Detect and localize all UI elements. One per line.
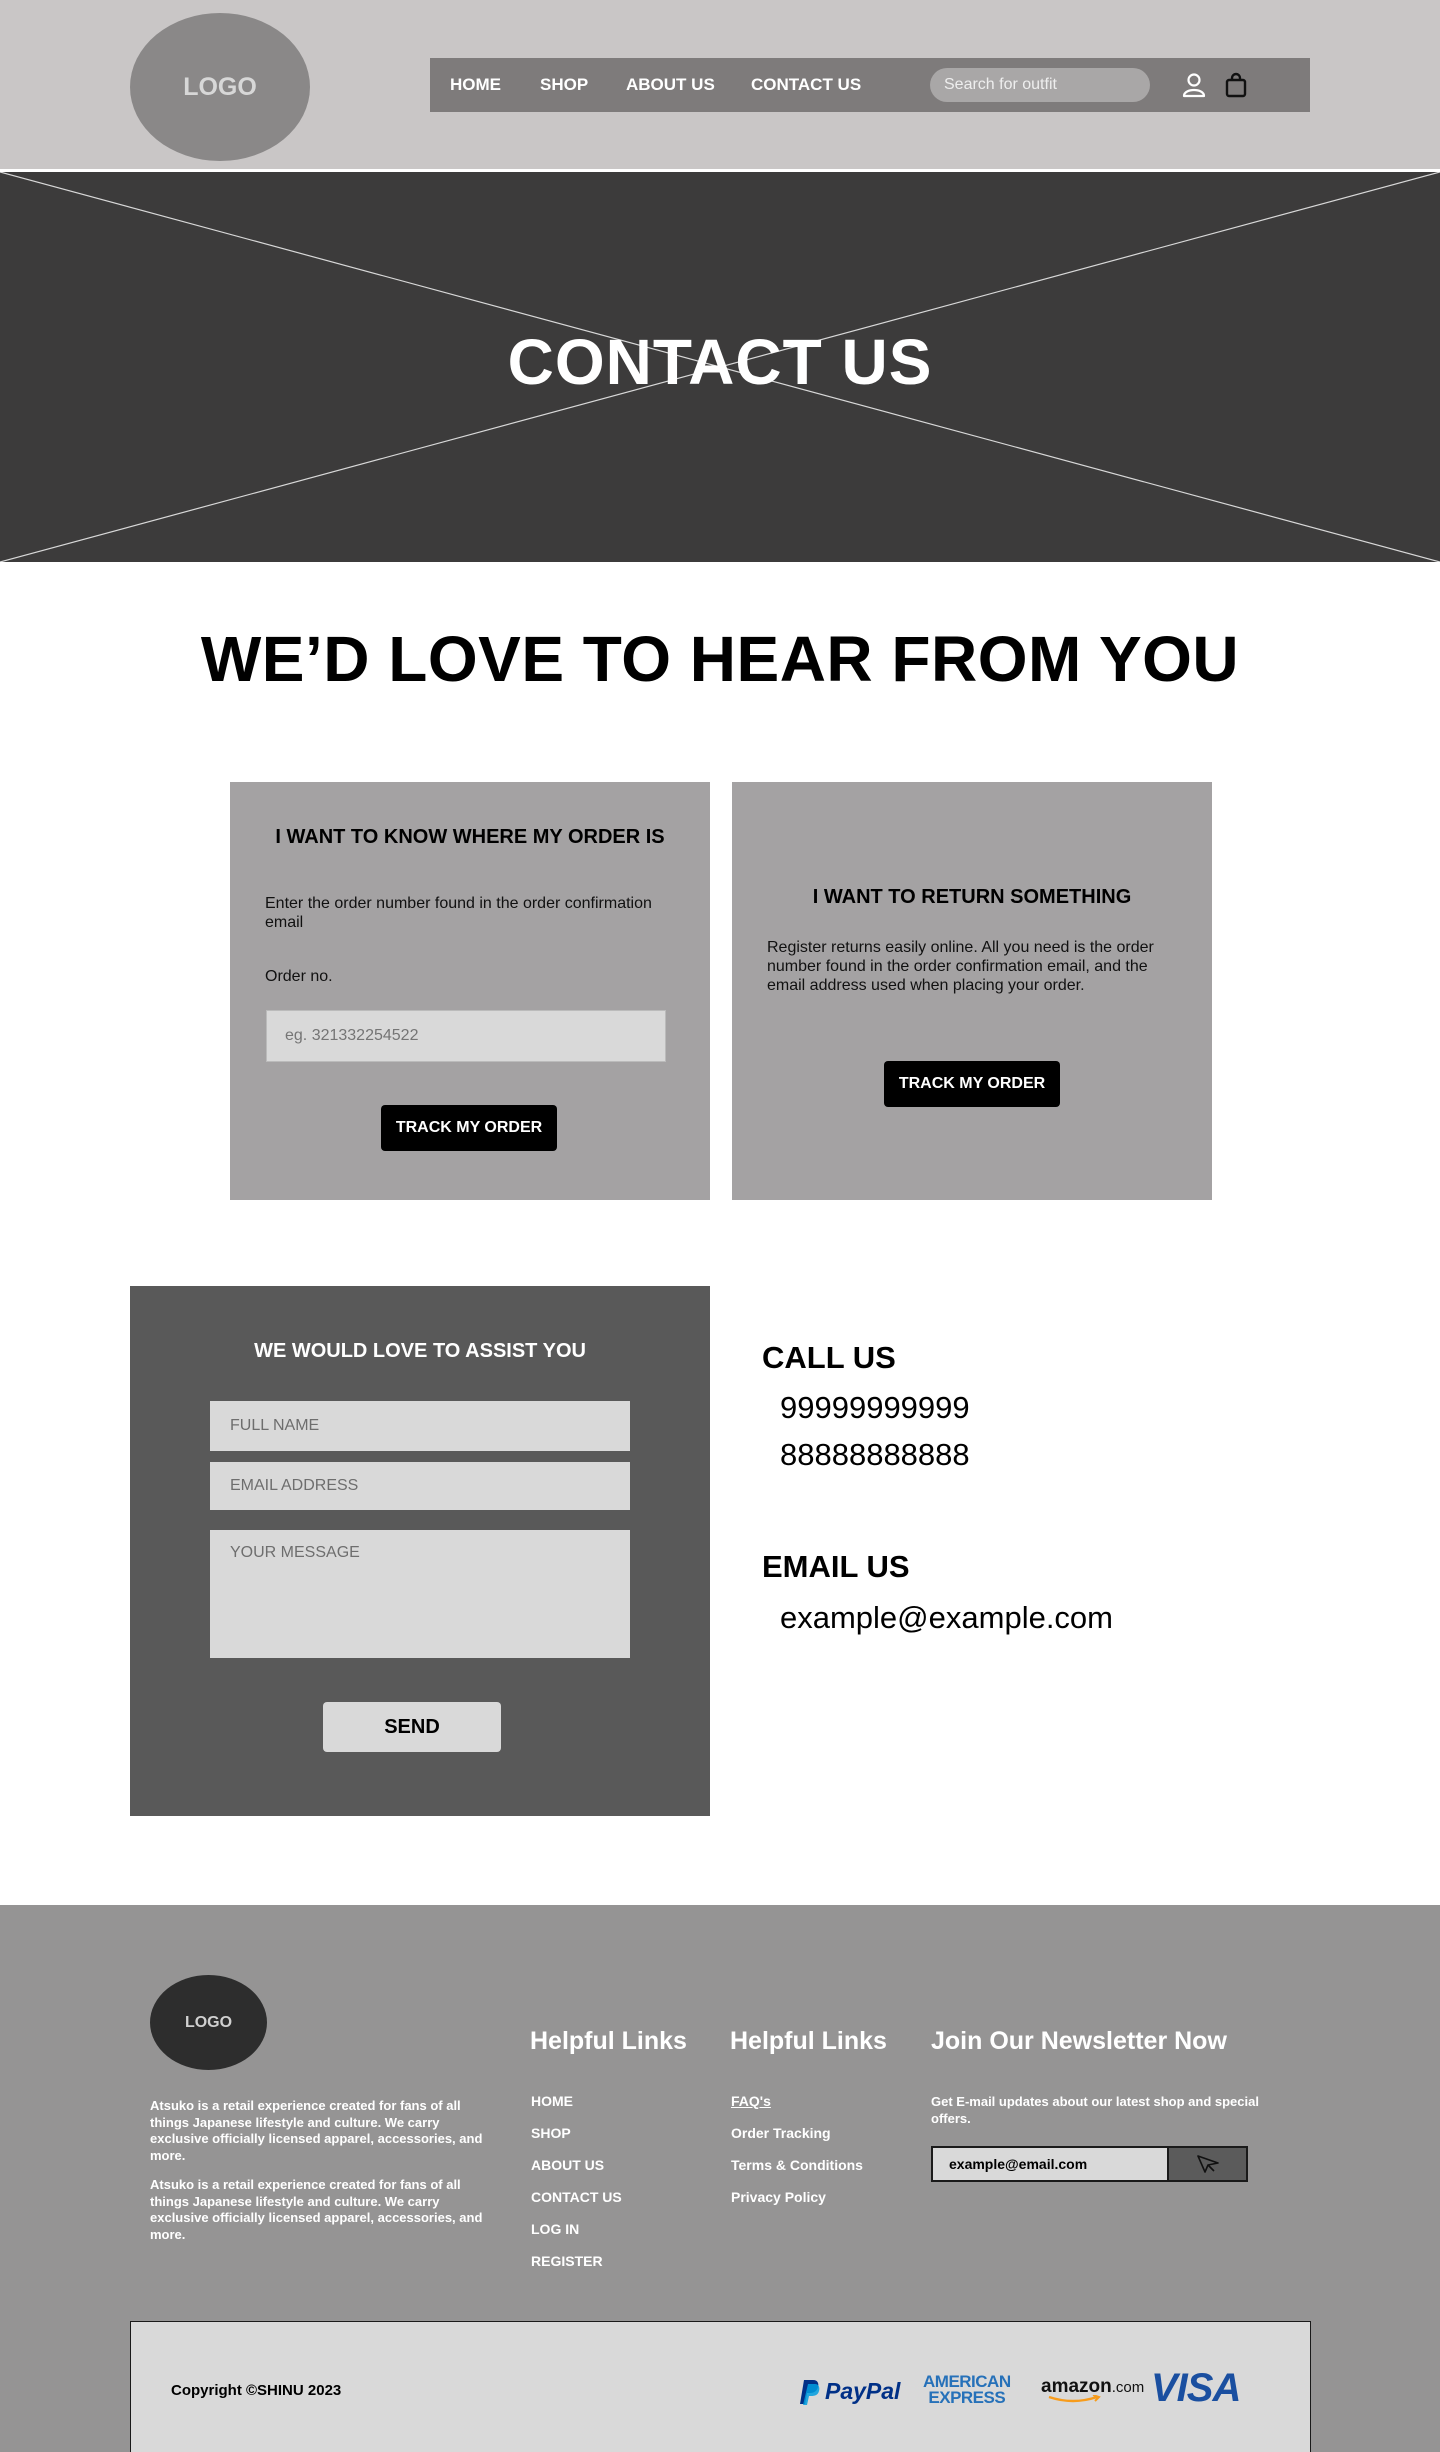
newsletter-description: Get E-mail updates about our latest shop… — [931, 2094, 1259, 2126]
user-icon[interactable] — [1178, 69, 1210, 101]
copyright-text: Copyright ©SHINU 2023 — [171, 2382, 342, 2399]
contact-email[interactable]: example@example.com — [780, 1600, 1113, 1636]
newsletter-form — [931, 2146, 1248, 2182]
email-field[interactable] — [210, 1462, 630, 1510]
footer-link-order-tracking[interactable]: Order Tracking — [731, 2125, 831, 2141]
footer-links-heading: Helpful Links — [730, 2027, 887, 2055]
return-button[interactable]: TRACK MY ORDER — [884, 1061, 1060, 1107]
amazon-smile-icon — [1048, 2395, 1101, 2403]
footer-links-heading: Helpful Links — [530, 2027, 687, 2055]
paypal-logo: PayPal — [799, 2378, 900, 2405]
section-heading: WE’D LOVE TO HEAR FROM YOU — [200, 623, 1240, 695]
track-order-title: I WANT TO KNOW WHERE MY ORDER IS — [275, 826, 665, 848]
page-title: CONTACT US — [507, 326, 933, 398]
message-field[interactable] — [210, 1530, 630, 1658]
footer-link-contact-us[interactable]: CONTACT US — [531, 2189, 622, 2205]
footer-link-home[interactable]: HOME — [531, 2093, 573, 2109]
footer-link-terms[interactable]: Terms & Conditions — [731, 2157, 863, 2173]
send-button[interactable]: SEND — [323, 1702, 501, 1752]
contact-form-title: WE WOULD LOVE TO ASSIST YOU — [254, 1340, 586, 1362]
track-order-description: Enter the order number found in the orde… — [265, 895, 652, 931]
newsletter-heading: Join Our Newsletter Now — [931, 2027, 1227, 2055]
visa-logo: VISA — [1151, 2366, 1241, 2411]
send-cursor-icon — [1196, 2155, 1219, 2173]
amazon-domain-text: .com — [1111, 2379, 1145, 2396]
newsletter-submit-button[interactable] — [1167, 2148, 1246, 2180]
email-us-heading: EMAIL US — [762, 1549, 910, 1584]
paypal-text: PayPal — [825, 2378, 901, 2404]
footer-about-text: Atsuko is a retail experience created fo… — [150, 2177, 483, 2242]
return-title: I WANT TO RETURN SOMETHING — [812, 886, 1132, 908]
footer-about-text: Atsuko is a retail experience created fo… — [150, 2098, 483, 2163]
return-description: Register returns easily online. All you … — [767, 939, 1154, 994]
footer-link-privacy[interactable]: Privacy Policy — [731, 2189, 826, 2205]
full-name-field[interactable] — [210, 1401, 630, 1451]
footer-link-log-in[interactable]: LOG IN — [531, 2221, 579, 2237]
shopping-bag-icon[interactable] — [1220, 69, 1252, 101]
nav-shop[interactable]: SHOP — [540, 58, 588, 112]
footer-link-register[interactable]: REGISTER — [531, 2253, 603, 2269]
footer-bottom-bar: Copyright ©SHINU 2023 PayPal AMERICAN EX… — [130, 2321, 1311, 2452]
main-nav: HOME SHOP ABOUT US CONTACT US — [430, 58, 1310, 112]
footer-link-shop[interactable]: SHOP — [531, 2125, 571, 2141]
search-input[interactable] — [930, 68, 1150, 102]
call-us-heading: CALL US — [762, 1340, 896, 1375]
visa-text: VISA — [1151, 2366, 1241, 2410]
newsletter-email-input[interactable] — [933, 2148, 1167, 2180]
logo[interactable]: LOGO — [130, 13, 310, 161]
amex-text-bottom: EXPRESS — [928, 2388, 1006, 2407]
nav-about-us[interactable]: ABOUT US — [626, 58, 715, 112]
nav-contact-us[interactable]: CONTACT US — [751, 58, 861, 112]
footer-logo[interactable]: LOGO — [150, 1975, 267, 2070]
track-order-button[interactable]: TRACK MY ORDER — [381, 1105, 557, 1151]
phone-number[interactable]: 88888888888 — [780, 1437, 970, 1473]
amazon-logo: amazon .com — [1041, 2376, 1144, 2403]
order-number-input[interactable] — [266, 1010, 666, 1062]
return-card: I WANT TO RETURN SOMETHING Register retu… — [732, 782, 1212, 1200]
footer-link-about-us[interactable]: ABOUT US — [531, 2157, 604, 2173]
track-order-card: I WANT TO KNOW WHERE MY ORDER IS Enter t… — [230, 782, 710, 1200]
nav-home[interactable]: HOME — [450, 58, 501, 112]
contact-form: WE WOULD LOVE TO ASSIST YOU SEND — [130, 1286, 710, 1816]
amex-logo: AMERICAN EXPRESS — [923, 2373, 1011, 2407]
paypal-icon — [800, 2379, 820, 2405]
footer-link-faqs[interactable]: FAQ's — [731, 2093, 771, 2109]
order-number-label: Order no. — [265, 968, 333, 985]
phone-number[interactable]: 99999999999 — [780, 1390, 970, 1426]
hero-banner: CONTACT US — [0, 172, 1440, 562]
site-header: LOGO HOME SHOP ABOUT US CONTACT US — [0, 0, 1440, 171]
